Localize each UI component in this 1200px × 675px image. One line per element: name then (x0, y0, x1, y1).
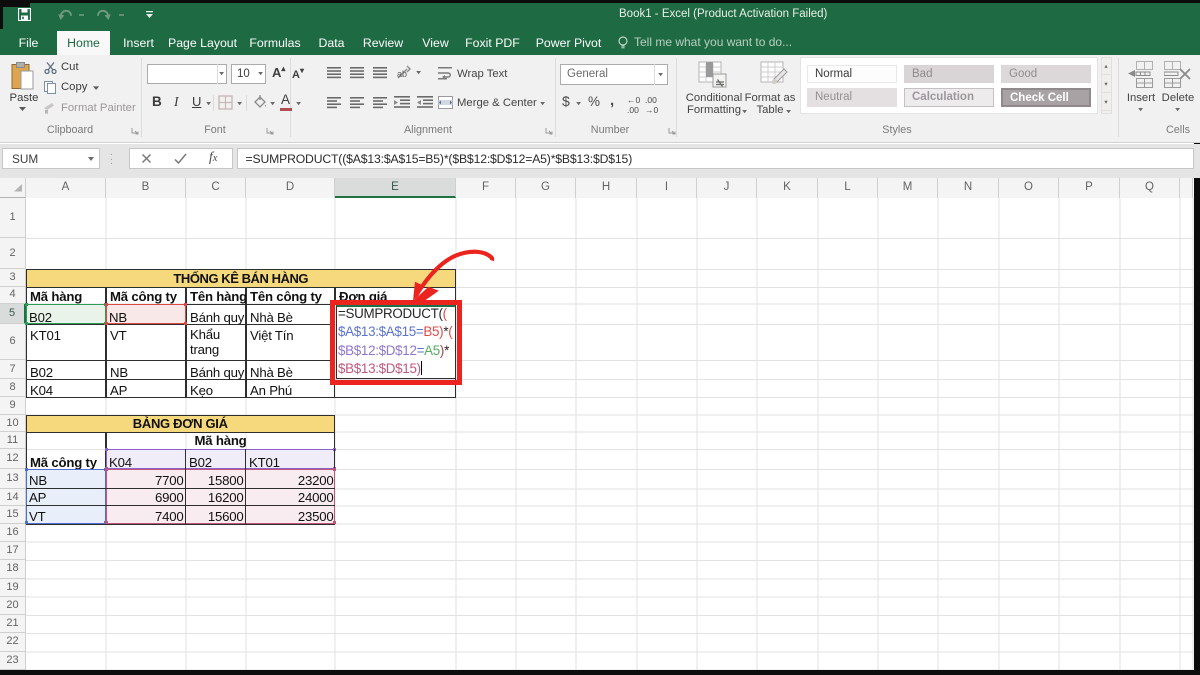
svg-text:ab: ab (397, 69, 407, 79)
